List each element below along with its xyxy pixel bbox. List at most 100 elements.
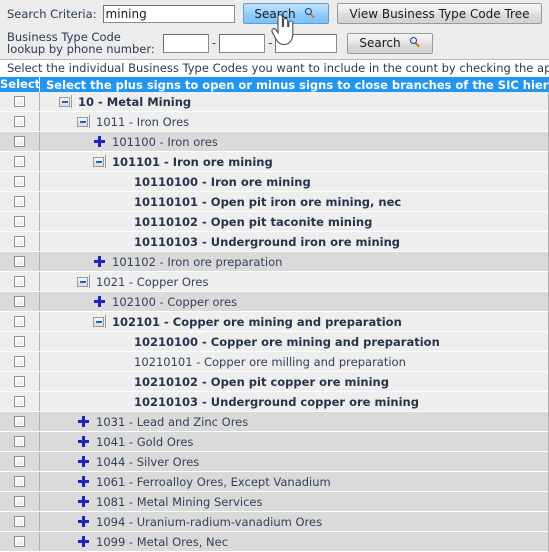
table-row[interactable]: 10110100 - Iron ore mining [0,172,548,192]
table-row[interactable]: 10210100 - Copper ore mining and prepara… [0,332,548,352]
table-row[interactable]: 1011 - Iron Ores [0,112,548,132]
tree-node-label[interactable]: 1094 - Uranium-radium-vanadium Ores [92,515,322,529]
row-checkbox[interactable] [14,136,25,147]
row-checkbox[interactable] [14,336,25,347]
tree-node-label[interactable]: 10 - Metal Mining [74,95,191,109]
tree-node-label[interactable]: 1031 - Lead and Zinc Ores [92,415,248,429]
row-checkbox[interactable] [14,376,25,387]
table-row[interactable]: 10210103 - Underground copper ore mining [0,392,548,412]
row-checkbox[interactable] [14,96,25,107]
row-checkbox[interactable] [14,356,25,367]
tree-node-label[interactable]: 1044 - Silver Ores [92,455,199,469]
row-checkbox[interactable] [14,256,25,267]
view-business-type-code-tree-button[interactable]: View Business Type Code Tree [336,3,543,24]
phone-line-number-input[interactable] [275,33,338,53]
row-checkbox[interactable] [14,516,25,527]
tree-node-label[interactable]: 1099 - Metal Ores, Nec [92,535,228,549]
tree-node-label[interactable]: 1021 - Copper Ores [92,275,208,289]
table-row[interactable]: 10110101 - Open pit iron ore mining, nec [0,192,548,212]
phone-area-code-input[interactable] [162,33,209,53]
table-row[interactable]: 10110103 - Underground iron ore mining [0,232,548,252]
expand-plus-icon[interactable] [92,254,108,270]
tree-node-label[interactable]: 10210103 - Underground copper ore mining [130,395,419,409]
table-row[interactable]: 10210101 - Copper ore milling and prepar… [0,352,548,372]
expand-plus-icon[interactable] [76,414,92,430]
tree-node-label[interactable]: 10110103 - Underground iron ore mining [130,235,400,249]
phone-lookup-label: Business Type Code lookup by phone numbe… [7,31,155,55]
row-checkbox[interactable] [14,196,25,207]
table-row[interactable]: 101100 - Iron ores [0,132,548,152]
expand-plus-icon[interactable] [92,134,108,150]
tree-node-label[interactable]: 101100 - Iron ores [108,135,218,149]
row-checkbox[interactable] [14,396,25,407]
table-row[interactable]: 1099 - Metal Ores, Nec [0,532,548,552]
table-row[interactable]: 10 - Metal Mining [0,92,548,112]
tree-node: 10210102 - Open pit copper ore mining [40,372,548,391]
table-row[interactable]: 102100 - Copper ores [0,292,548,312]
table-row[interactable]: 1061 - Ferroalloy Ores, Except Vanadium [0,472,548,492]
phone-separator-1: - [211,36,217,50]
tree-node-label[interactable]: 10110102 - Open pit taconite mining [130,215,372,229]
row-checkbox[interactable] [14,296,25,307]
expand-plus-icon[interactable] [76,534,92,550]
tree-node: 1099 - Metal Ores, Nec [40,532,548,551]
expand-plus-icon[interactable] [92,294,108,310]
collapse-minus-icon[interactable] [76,274,92,290]
row-checkbox[interactable] [14,316,25,327]
row-checkbox[interactable] [14,436,25,447]
tree-node-label[interactable]: 1011 - Iron Ores [92,115,189,129]
row-checkbox[interactable] [14,176,25,187]
tree-node-label[interactable]: 10210101 - Copper ore milling and prepar… [130,355,406,369]
row-checkbox[interactable] [14,456,25,467]
search-criteria-button[interactable]: Search [242,3,329,24]
table-row[interactable]: 1044 - Silver Ores [0,452,548,472]
collapse-minus-icon[interactable] [58,94,74,110]
tree-node-label[interactable]: 102100 - Copper ores [108,295,237,309]
table-row[interactable]: 101102 - Iron ore preparation [0,252,548,272]
table-row[interactable]: 10110102 - Open pit taconite mining [0,212,548,232]
expand-plus-icon[interactable] [76,494,92,510]
tree-node-label[interactable]: 101102 - Iron ore preparation [108,255,282,269]
search-criteria-input[interactable] [102,4,235,23]
table-row[interactable]: 101101 - Iron ore mining [0,152,548,172]
table-row[interactable]: 1041 - Gold Ores [0,432,548,452]
phone-search-button[interactable]: Search [347,32,434,54]
expand-plus-icon[interactable] [76,454,92,470]
table-row[interactable]: 102101 - Copper ore mining and preparati… [0,312,548,332]
collapse-minus-icon[interactable] [92,314,108,330]
table-row[interactable]: 10210102 - Open pit copper ore mining [0,372,548,392]
expand-plus-icon[interactable] [76,434,92,450]
phone-prefix-input[interactable] [219,33,266,53]
tree-node: 10110102 - Open pit taconite mining [40,212,548,231]
row-checkbox[interactable] [14,156,25,167]
row-checkbox[interactable] [14,536,25,547]
tree-node: 1094 - Uranium-radium-vanadium Ores [40,512,548,531]
tree-node-label[interactable]: 10210100 - Copper ore mining and prepara… [130,335,440,349]
row-checkbox[interactable] [14,416,25,427]
tree-node: 10110101 - Open pit iron ore mining, nec [40,192,548,211]
tree-node-label[interactable]: 10110100 - Iron ore mining [130,175,311,189]
tree-node-label[interactable]: 102101 - Copper ore mining and preparati… [108,315,402,329]
row-checkbox[interactable] [14,496,25,507]
tree-node-label[interactable]: 1041 - Gold Ores [92,435,193,449]
tree-node-label[interactable]: 1061 - Ferroalloy Ores, Except Vanadium [92,475,331,489]
row-checkbox[interactable] [14,216,25,227]
table-row[interactable]: 1031 - Lead and Zinc Ores [0,412,548,432]
tree-node-label[interactable]: 10210102 - Open pit copper ore mining [130,375,389,389]
row-checkbox[interactable] [14,116,25,127]
table-row[interactable]: 1094 - Uranium-radium-vanadium Ores [0,512,548,532]
collapse-minus-icon[interactable] [76,114,92,130]
tree-node: 102100 - Copper ores [40,292,548,311]
row-checkbox[interactable] [14,236,25,247]
collapse-minus-icon[interactable] [92,154,108,170]
tree-node-label[interactable]: 10110101 - Open pit iron ore mining, nec [130,195,401,209]
tree-node: 101100 - Iron ores [40,132,548,151]
tree-node-label[interactable]: 101101 - Iron ore mining [108,155,273,169]
table-row[interactable]: 1081 - Metal Mining Services [0,492,548,512]
row-checkbox[interactable] [14,476,25,487]
expand-plus-icon[interactable] [76,514,92,530]
tree-node-label[interactable]: 1081 - Metal Mining Services [92,495,262,509]
table-row[interactable]: 1021 - Copper Ores [0,272,548,292]
row-checkbox[interactable] [14,276,25,287]
expand-plus-icon[interactable] [76,474,92,490]
